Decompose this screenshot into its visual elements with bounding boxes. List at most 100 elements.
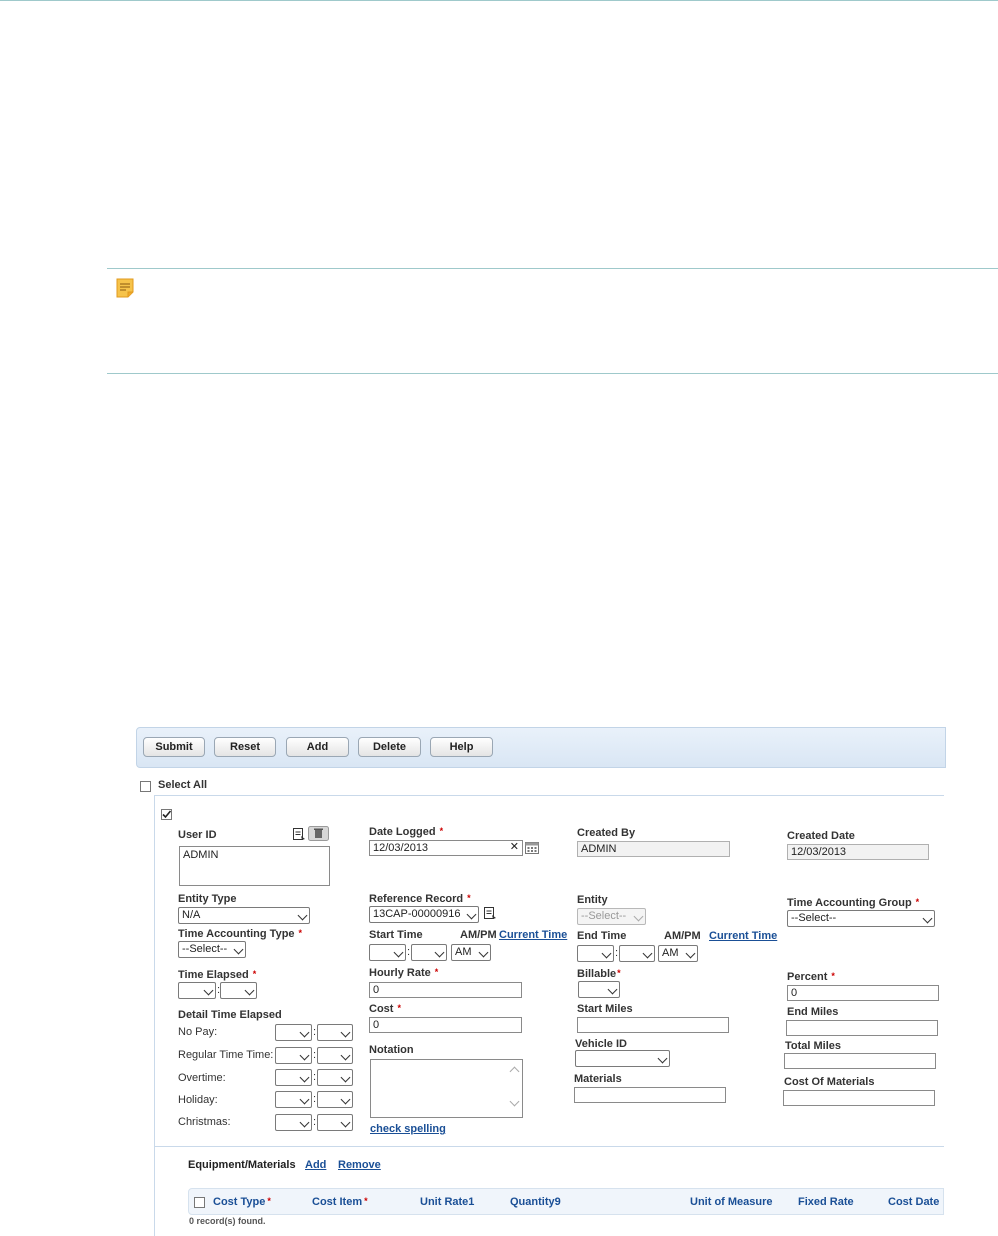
delete-icon[interactable] [308,826,329,846]
scroll-down-icon[interactable] [509,1096,520,1107]
lookup-icon[interactable] [483,906,497,925]
scroll-up-icon[interactable] [509,1066,520,1077]
materials-input[interactable] [574,1087,726,1103]
column-cost-item[interactable]: Cost Item * [312,1196,368,1208]
holiday-hours-select[interactable] [275,1091,312,1108]
chevron-down-icon [299,1094,310,1105]
created-date-input: 12/03/2013 [787,844,929,860]
chevron-down-icon [203,985,214,996]
start-hour-select[interactable] [369,944,406,961]
holiday-minutes-select[interactable] [317,1091,353,1108]
check-spelling-link[interactable]: check spelling [370,1123,446,1135]
percent-input[interactable]: 0 [787,985,939,1001]
column-cost-type[interactable]: Cost Type * [213,1196,271,1208]
column-fixed-rate[interactable]: Fixed Rate [798,1196,854,1208]
entity-select: --Select-- [577,908,646,925]
time-separator: : [313,1071,317,1083]
user-id-field[interactable]: ADMIN [179,846,330,886]
note-bottom-rule [107,373,998,374]
calendar-icon[interactable] [525,841,539,859]
entity-label: Entity [577,894,608,906]
billable-select[interactable] [578,981,620,998]
column-unit-of-measure[interactable]: Unit of Measure [690,1196,773,1208]
time-accounting-type-select[interactable]: --Select-- [178,941,246,958]
end-current-time-link[interactable]: Current Time [709,930,777,942]
time-elapsed-minutes-select[interactable] [220,982,257,999]
cost-of-materials-input[interactable] [783,1090,935,1106]
hourly-rate-input[interactable]: 0 [369,982,522,998]
end-hour-select[interactable] [577,945,614,962]
start-ampm-select[interactable]: AM [451,944,491,961]
chevron-down-icon [340,1050,351,1061]
created-date-label: Created Date [787,830,855,842]
detail-row-label-overtime: Overtime: [178,1072,226,1084]
column-unit-rate[interactable]: Unit Rate1 [420,1196,474,1208]
notation-textarea[interactable] [370,1059,523,1118]
overtime-minutes-select[interactable] [317,1069,353,1086]
christmas-hours-select[interactable] [275,1114,312,1131]
overtime-hours-select[interactable] [275,1069,312,1086]
lookup-icon[interactable] [292,827,306,846]
start-miles-label: Start Miles [577,1003,633,1015]
time-elapsed-hours-select[interactable] [178,982,216,999]
equipment-select-all-checkbox[interactable] [194,1197,205,1208]
materials-label: Materials [574,1073,622,1085]
start-minute-select[interactable] [411,944,447,961]
detail-row-label-no-pay: No Pay: [178,1026,218,1038]
start-miles-input[interactable] [577,1017,729,1033]
time-accounting-group-select[interactable]: --Select-- [787,910,935,927]
entity-type-label: Entity Type [178,893,237,905]
date-logged-label: Date Logged * [369,826,444,838]
equipment-add-link[interactable]: Add [305,1159,326,1171]
chevron-down-icon [922,913,933,924]
delete-button[interactable]: Delete [358,737,421,757]
detail-row-label-holiday: Holiday: [178,1094,218,1106]
date-logged-input[interactable]: 12/03/2013 ✕ [369,840,523,856]
end-minute-select[interactable] [619,945,655,962]
entity-type-select[interactable]: N/A [178,907,310,924]
reference-record-select[interactable]: 13CAP-00000916 [369,906,479,923]
cost-of-materials-label: Cost Of Materials [784,1076,875,1088]
row-left-border [154,795,155,1236]
chevron-down-icon [642,948,653,959]
cost-label: Cost * [369,1003,401,1015]
notation-label: Notation [369,1044,414,1056]
reset-button[interactable]: Reset [214,737,276,757]
column-cost-date[interactable]: Cost Date [888,1196,939,1208]
chevron-down-icon [340,1117,351,1128]
row-checkbox[interactable] [161,809,172,820]
start-current-time-link[interactable]: Current Time [499,929,567,941]
submit-button[interactable]: Submit [143,737,205,757]
action-toolbar: Submit Reset Add Delete Help [136,727,946,768]
detail-time-elapsed-label: Detail Time Elapsed [178,1009,282,1021]
chevron-down-icon [601,948,612,959]
regular-hours-select[interactable] [275,1047,312,1064]
created-by-input: ADMIN [577,841,730,857]
top-rule [0,0,998,1]
end-miles-label: End Miles [787,1006,839,1018]
end-ampm-select[interactable]: AM [658,945,698,962]
start-time-label: Start Time [369,929,423,941]
chevron-down-icon [466,909,477,920]
total-miles-input[interactable] [784,1053,936,1069]
equipment-title: Equipment/Materials [188,1159,296,1171]
column-quantity[interactable]: Quantity9 [510,1196,561,1208]
equipment-remove-link[interactable]: Remove [338,1159,381,1171]
chevron-down-icon [657,1053,668,1064]
regular-minutes-select[interactable] [317,1047,353,1064]
help-button[interactable]: Help [430,737,493,757]
total-miles-label: Total Miles [785,1040,842,1052]
select-all-checkbox[interactable] [140,781,151,792]
no-pay-hours-select[interactable] [275,1024,312,1041]
end-miles-input[interactable] [786,1020,938,1036]
christmas-minutes-select[interactable] [317,1114,353,1131]
no-pay-minutes-select[interactable] [317,1024,353,1041]
created-by-label: Created By [577,827,636,839]
add-button[interactable]: Add [286,737,349,757]
chevron-down-icon [685,948,696,959]
vehicle-id-select[interactable] [575,1050,670,1067]
clear-icon[interactable]: ✕ [510,841,519,854]
cost-input[interactable]: 0 [369,1017,522,1033]
vehicle-id-label: Vehicle ID [575,1038,627,1050]
end-time-label: End Time [577,930,627,942]
